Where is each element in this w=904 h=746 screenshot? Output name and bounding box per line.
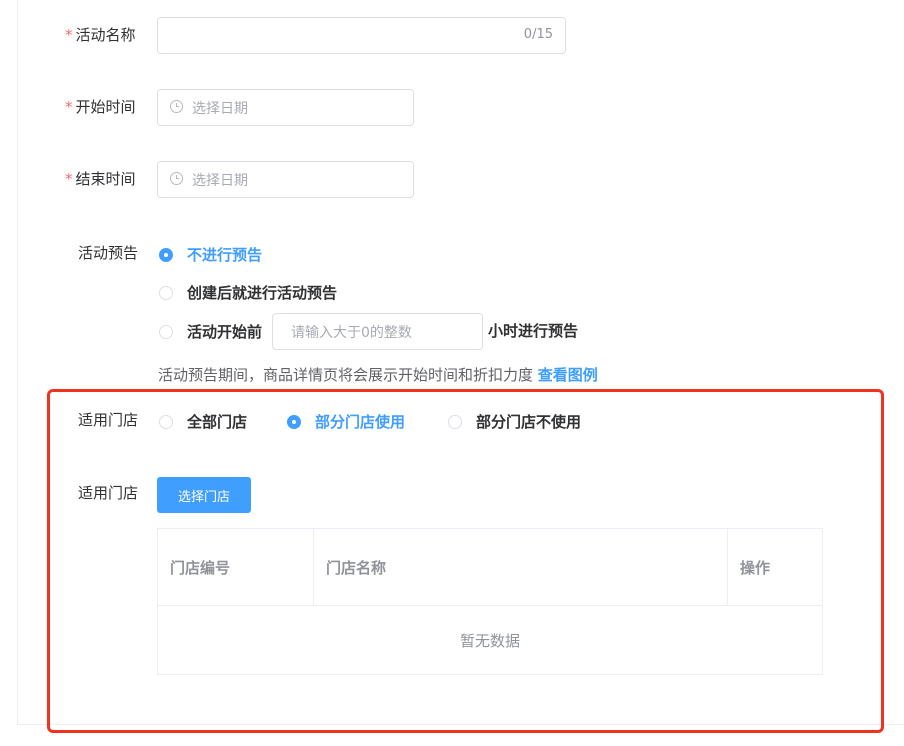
radio-some-stores-use[interactable]: 部分门店使用 [287,411,405,432]
clock-icon [170,172,183,185]
store-select-label: 适用门店 [78,484,139,502]
column-header-store-code: 门店编号 [158,529,314,605]
store-table: 门店编号 门店名称 操作 暂无数据 [157,528,823,675]
required-mark: * [65,98,73,116]
table-empty-text: 暂无数据 [459,632,520,650]
radio-unchecked-icon [159,285,173,300]
end-date-placeholder: 选择日期 [192,173,248,189]
start-date-picker[interactable]: 选择日期 [157,89,414,126]
select-store-button[interactable]: 选择门店 [157,477,251,513]
start-time-label: * 开始时间 [65,98,136,116]
radio-no-preview[interactable]: 不进行预告 [159,244,262,265]
column-header-actions: 操作 [740,558,771,577]
radio-some-stores-exclude[interactable]: 部分门店不使用 [448,411,581,432]
required-mark: * [65,26,73,44]
radio-checked-icon [159,247,173,262]
radio-all-stores[interactable]: 全部门店 [159,411,247,432]
radio-unchecked-icon [448,414,462,429]
preview-label: 活动预告 [78,244,139,262]
store-scope-label: 适用门店 [78,411,139,429]
view-example-link[interactable]: 查看图例 [538,366,598,384]
char-counter: 0/15 [523,27,553,42]
radio-checked-icon [287,414,301,429]
table-header: 门店编号 门店名称 操作 [158,529,822,606]
card-border-left [17,0,18,724]
radio-preview-after-create[interactable]: 创建后就进行活动预告 [159,282,337,303]
clock-icon [170,100,183,113]
radio-unchecked-icon [159,324,173,339]
start-date-placeholder: 选择日期 [192,101,248,117]
required-mark: * [65,170,73,188]
radio-unchecked-icon [159,414,173,429]
radio-preview-before-start[interactable]: 活动开始前 [159,321,262,342]
preview-hint: 活动预告期间，商品详情页将会展示开始时间和折扣力度 查看图例 [158,366,598,384]
activity-form-page: * 活动名称 0/15 * 开始时间 选择日期 * 结束时间 选择日期 活动预告 不进… [0,0,904,746]
end-date-picker[interactable]: 选择日期 [157,161,414,198]
end-time-label: * 结束时间 [65,170,136,188]
activity-name-input[interactable]: 0/15 [157,17,566,54]
activity-name-label: * 活动名称 [65,26,136,44]
preview-hours-input[interactable]: 请输入大于0的整数 [272,313,483,350]
hours-suffix: 小时进行预告 [488,322,579,340]
column-header-store-name: 门店名称 [314,529,728,605]
hours-placeholder: 请输入大于0的整数 [291,325,412,341]
